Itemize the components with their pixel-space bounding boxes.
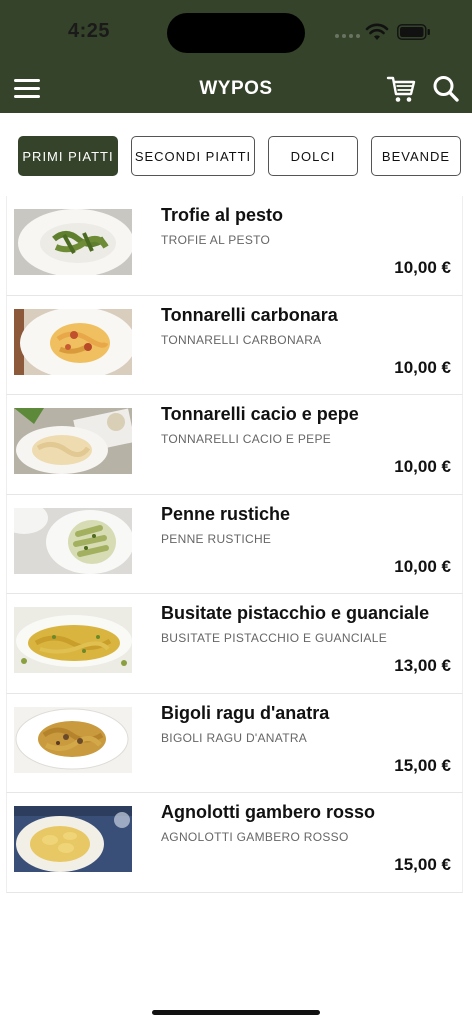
list-item[interactable]: Busitate pistacchio e guanciale BUSITATE…	[6, 594, 463, 694]
list-item[interactable]: Penne rustiche PENNE RUSTICHE 10,00 €	[6, 494, 463, 594]
dish-image	[14, 209, 132, 275]
item-subtitle: TONNARELLI CACIO E PEPE	[161, 432, 332, 446]
dish-image	[14, 408, 132, 474]
item-price: 10,00 €	[394, 258, 451, 277]
camera-notch	[167, 13, 305, 53]
item-name: Tonnarelli carbonara	[161, 304, 338, 325]
status-time: 4:25	[68, 20, 111, 42]
list-item[interactable]: Tonnarelli cacio e pepe TONNARELLI CACIO…	[6, 395, 463, 495]
item-price: 13,00 €	[394, 656, 451, 675]
dish-image	[14, 607, 132, 673]
category-tabs: PRIMI PIATTI SECONDI PIATTI DOLCI BEVAND…	[0, 136, 472, 176]
dish-image	[14, 507, 132, 574]
search-icon[interactable]	[432, 74, 460, 104]
dish-image	[14, 706, 132, 773]
list-item[interactable]: Trofie al pesto TROFIE AL PESTO 10,00 €	[6, 196, 463, 296]
item-subtitle: BUSITATE PISTACCHIO E GUANCIALE	[161, 631, 388, 645]
tab-secondi-piatti[interactable]: SECONDI PIATTI	[131, 136, 255, 176]
home-indicator[interactable]	[152, 1010, 320, 1015]
tab-dolci[interactable]: DOLCI	[268, 136, 358, 176]
item-subtitle: AGNOLOTTI GAMBERO ROSSO	[161, 830, 349, 844]
top-bar: 4:25 WYPOS	[0, 0, 472, 113]
item-price: 10,00 €	[394, 457, 451, 476]
item-price: 15,00 €	[394, 855, 451, 874]
item-price: 10,00 €	[394, 556, 451, 576]
battery-icon	[397, 24, 430, 40]
tab-bevande[interactable]: BEVANDE	[371, 136, 461, 176]
list-item[interactable]: Bigoli ragu d'anatra BIGOLI RAGU D'ANATR…	[6, 693, 463, 793]
list-item[interactable]: Tonnarelli carbonara TONNARELLI CARBONAR…	[6, 295, 463, 395]
item-name: Busitate pistacchio e guanciale	[161, 603, 430, 623]
item-name: Agnolotti gambero rosso	[161, 802, 376, 822]
tab-primi-piatti[interactable]: PRIMI PIATTI	[18, 136, 118, 176]
item-name: Bigoli ragu d'anatra	[161, 702, 330, 723]
cellular-signal-icon	[335, 34, 360, 38]
item-price: 10,00 €	[394, 357, 451, 377]
wifi-icon	[365, 23, 389, 40]
item-subtitle: TROFIE AL PESTO	[161, 233, 271, 247]
item-name: Penne rustiche	[161, 503, 291, 524]
dish-image	[14, 308, 132, 375]
cart-icon[interactable]	[386, 74, 416, 104]
item-subtitle: PENNE RUSTICHE	[161, 531, 272, 546]
item-subtitle: BIGOLI RAGU D'ANATRA	[161, 730, 308, 745]
item-price: 15,00 €	[394, 755, 451, 775]
list-item[interactable]: Agnolotti gambero rosso AGNOLOTTI GAMBER…	[6, 793, 463, 893]
item-name: Trofie al pesto	[161, 205, 284, 225]
dish-image	[14, 806, 132, 872]
nav-bar: WYPOS	[0, 68, 472, 110]
item-subtitle: TONNARELLI CARBONARA	[161, 332, 322, 347]
menu-item-list: Trofie al pesto TROFIE AL PESTO 10,00 € …	[6, 196, 463, 893]
item-name: Tonnarelli cacio e pepe	[161, 404, 359, 424]
